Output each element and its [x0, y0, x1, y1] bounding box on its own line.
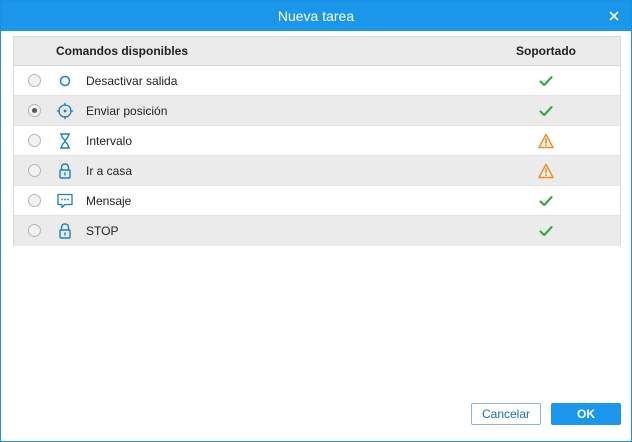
command-radio[interactable] [28, 164, 41, 177]
table-row[interactable]: Desactivar salida [14, 66, 620, 96]
command-radio[interactable] [28, 194, 41, 207]
command-label: Intervalo [86, 134, 133, 148]
table-row[interactable]: Intervalo [14, 126, 620, 156]
cancel-button[interactable]: Cancelar [471, 403, 541, 425]
column-header-commands: Comandos disponibles [56, 44, 189, 58]
command-label: Desactivar salida [86, 74, 178, 88]
check-icon [539, 106, 553, 117]
new-task-dialog: Nueva tarea Comandos disponibles Soporta… [0, 0, 632, 442]
check-icon [539, 196, 553, 207]
command-label: Mensaje [86, 194, 132, 208]
dialog-titlebar: Nueva tarea [1, 1, 631, 31]
command-radio[interactable] [28, 134, 41, 147]
check-icon [539, 226, 553, 237]
warning-icon [538, 163, 554, 179]
command-label: Ir a casa [86, 164, 133, 178]
message-icon [57, 193, 73, 209]
check-icon [539, 76, 553, 87]
hourglass-icon [59, 133, 71, 149]
command-label: Enviar posición [86, 104, 168, 118]
ok-button[interactable]: OK [551, 403, 621, 425]
dialog-title: Nueva tarea [277, 8, 355, 24]
commands-table: Comandos disponibles Soportado Desactiva… [13, 36, 621, 246]
crosshair-icon [56, 102, 74, 120]
column-header-supported: Soportado [516, 44, 576, 58]
table-row[interactable]: STOP [14, 216, 620, 246]
table-header: Comandos disponibles Soportado [14, 37, 620, 66]
lock-icon [59, 163, 71, 179]
command-radio[interactable] [28, 104, 41, 117]
output-off-icon [59, 75, 71, 87]
table-row[interactable]: Ir a casa [14, 156, 620, 186]
lock-icon [59, 223, 71, 239]
table-row[interactable]: Enviar posición [14, 96, 620, 126]
table-row[interactable]: Mensaje [14, 186, 620, 216]
close-icon[interactable] [607, 9, 621, 23]
command-radio[interactable] [28, 74, 41, 87]
command-label: STOP [86, 224, 119, 238]
warning-icon [538, 133, 554, 149]
command-radio[interactable] [28, 224, 41, 237]
